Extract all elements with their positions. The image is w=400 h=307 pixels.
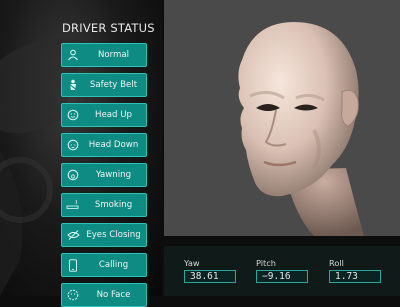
head-pose-readout-bar: Yaw 38.61 Pitch −9.16 Roll 1.73 — [164, 246, 400, 296]
face-down-icon — [62, 134, 84, 156]
pitch-label: Pitch — [256, 258, 276, 268]
head-pose-viewport — [164, 0, 400, 236]
pitch-value: −9.16 — [256, 270, 308, 283]
status-label: Normal — [97, 50, 130, 60]
face-icon — [62, 104, 84, 126]
yaw-readout: Yaw 38.61 — [184, 258, 236, 283]
pitch-readout: Pitch −9.16 — [256, 258, 308, 283]
status-button-eyes-closing[interactable]: Eyes Closing — [61, 223, 147, 247]
status-button-smoking[interactable]: Smoking — [61, 193, 147, 217]
status-button-normal[interactable]: Normal — [61, 43, 147, 67]
status-label: No Face — [96, 290, 131, 300]
no-face-icon — [62, 284, 84, 306]
status-button-calling[interactable]: Calling — [61, 253, 147, 277]
3d-head-model — [238, 22, 364, 236]
status-label: Safety Belt — [89, 80, 138, 90]
status-label: Head Down — [88, 140, 139, 150]
phone-icon — [62, 254, 84, 276]
yawn-icon — [62, 164, 84, 186]
roll-label: Roll — [329, 258, 344, 268]
status-label: Smoking — [94, 200, 133, 210]
roll-readout: Roll 1.73 — [329, 258, 381, 283]
roll-value: 1.73 — [329, 270, 381, 283]
status-button-head-up[interactable]: Head Up — [61, 103, 147, 127]
yaw-label: Yaw — [184, 258, 200, 268]
cigarette-icon — [62, 194, 84, 216]
driver-status-panel: DRIVER STATUS Normal Safety Belt Head Up… — [0, 0, 162, 307]
status-label: Eyes Closing — [86, 230, 141, 240]
status-button-head-down[interactable]: Head Down — [61, 133, 147, 157]
seatbelt-icon — [62, 74, 84, 96]
status-button-safety-belt[interactable]: Safety Belt — [61, 73, 147, 97]
status-label: Calling — [98, 260, 129, 270]
status-label: Head Up — [95, 110, 132, 120]
panel-title: DRIVER STATUS — [62, 21, 155, 35]
status-button-yawning[interactable]: Yawning — [61, 163, 147, 187]
yaw-value: 38.61 — [184, 270, 236, 283]
status-button-no-face[interactable]: No Face — [61, 283, 147, 307]
eye-closed-icon — [62, 224, 84, 246]
person-icon — [62, 44, 84, 66]
status-label: Yawning — [95, 170, 132, 180]
